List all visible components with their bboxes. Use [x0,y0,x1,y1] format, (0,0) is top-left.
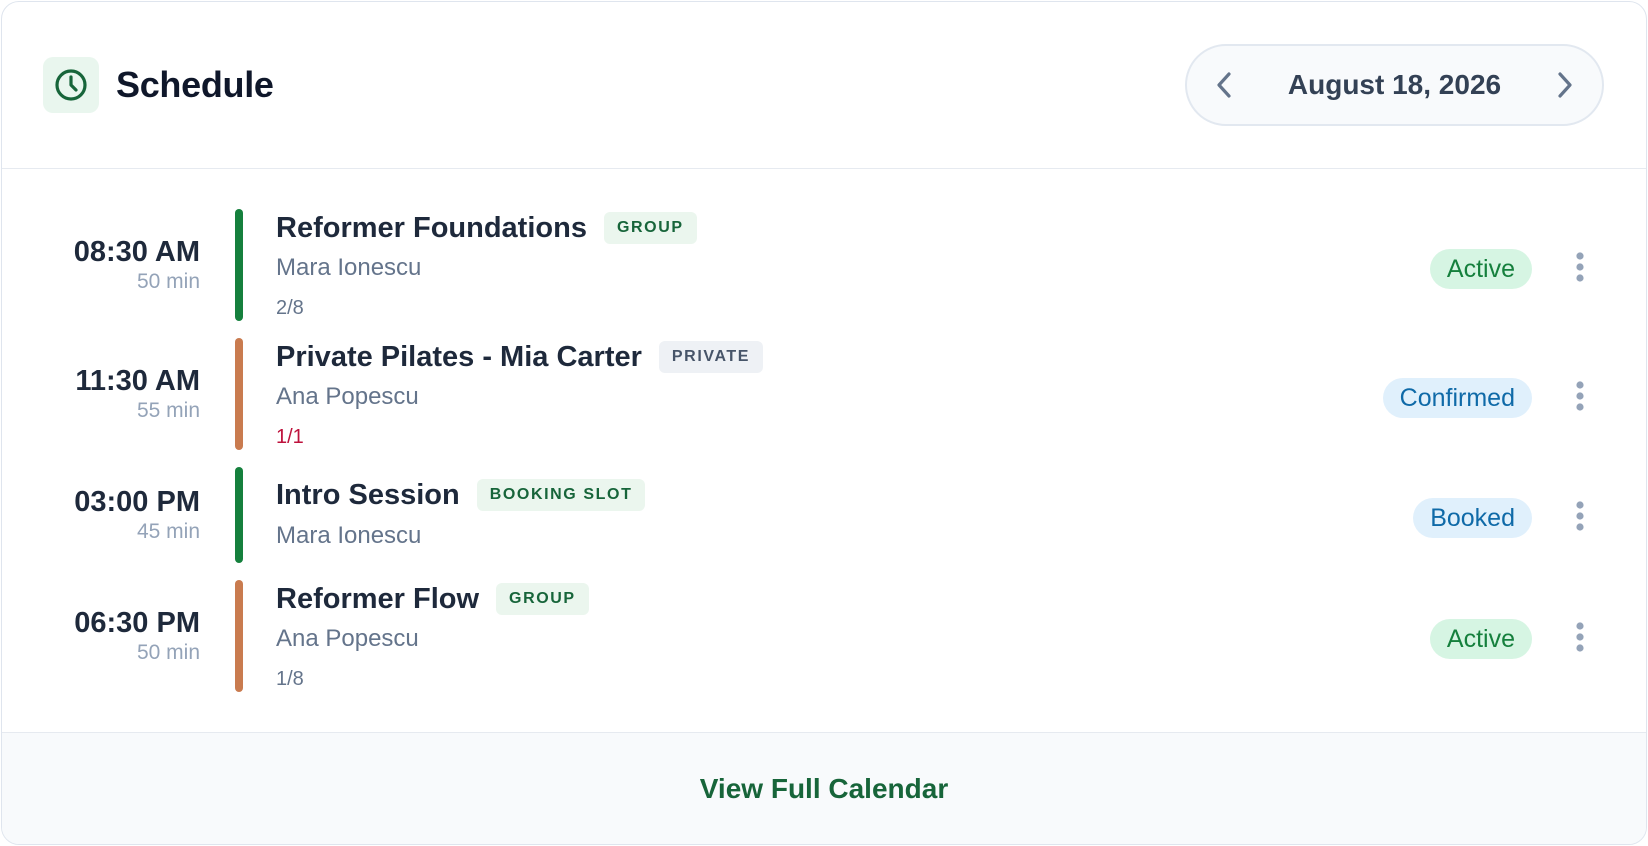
event-row[interactable]: 06:30 PM 50 min Reformer Flow GROUP Ana … [2,580,1646,692]
card-footer: View Full Calendar [2,732,1646,844]
more-options-button[interactable] [1566,247,1594,287]
event-instructor: Ana Popescu [276,625,419,652]
event-time: 08:30 AM [73,236,200,268]
view-full-calendar-link[interactable]: View Full Calendar [700,771,948,807]
status-badge: Booked [1413,498,1532,538]
event-time: 03:00 PM [74,486,200,518]
event-color-bar [235,580,243,692]
event-title-line: Private Pilates - Mia Carter PRIVATE [276,338,764,376]
event-name: Intro Session [276,479,460,511]
clock-icon [43,57,99,113]
more-options-button[interactable] [1566,376,1594,416]
event-duration: 50 min [136,641,200,664]
more-options-button[interactable] [1566,496,1594,536]
event-type-badge: BOOKING SLOT [476,479,646,511]
event-capacity: 1/1 [276,426,304,448]
status-badge: Active [1429,249,1532,289]
schedule-card: Schedule August 18, 2026 08:30 AM 50 min… [1,1,1647,845]
event-capacity: 2/8 [276,297,304,319]
event-instructor: Mara Ionescu [276,522,422,549]
more-vertical-icon [1576,501,1584,531]
schedule-header: Schedule August 18, 2026 [2,2,1646,169]
event-title-line: Intro Session BOOKING SLOT [276,476,646,514]
event-row[interactable]: 08:30 AM 50 min Reformer Foundations GRO… [2,209,1646,321]
event-instructor: Ana Popescu [276,383,419,410]
event-duration: 55 min [136,399,200,422]
status-badge: Confirmed [1382,378,1532,418]
event-instructor: Mara Ionescu [276,254,422,281]
page-title: Schedule [116,64,274,105]
event-duration: 45 min [136,520,200,543]
more-options-button[interactable] [1566,617,1594,657]
event-type-badge: GROUP [496,583,589,615]
event-title-line: Reformer Flow GROUP [276,580,589,618]
next-day-button[interactable] [1544,65,1584,105]
status-badge: Active [1429,619,1532,659]
event-title-line: Reformer Foundations GROUP [276,209,697,247]
event-duration: 50 min [136,270,200,293]
event-row[interactable]: 11:30 AM 55 min Private Pilates - Mia Ca… [2,338,1646,450]
event-color-bar [235,209,243,321]
event-type-badge: PRIVATE [658,341,764,373]
event-name: Reformer Foundations [276,212,587,244]
event-time: 11:30 AM [75,365,200,397]
more-vertical-icon [1576,381,1584,411]
event-time: 06:30 PM [74,607,200,639]
event-type-badge: GROUP [603,212,697,244]
more-vertical-icon [1576,252,1584,282]
current-date: August 18, 2026 [1287,69,1502,100]
event-capacity: 1/8 [276,668,304,690]
event-name: Reformer Flow [276,583,480,615]
event-name: Private Pilates - Mia Carter [276,341,642,373]
event-color-bar [235,338,243,450]
more-vertical-icon [1576,622,1584,652]
event-color-bar [235,467,243,563]
event-row[interactable]: 03:00 PM 45 min Intro Session BOOKING SL… [2,467,1646,563]
chevron-right-icon [1558,72,1572,98]
date-navigator: August 18, 2026 [1185,44,1604,126]
